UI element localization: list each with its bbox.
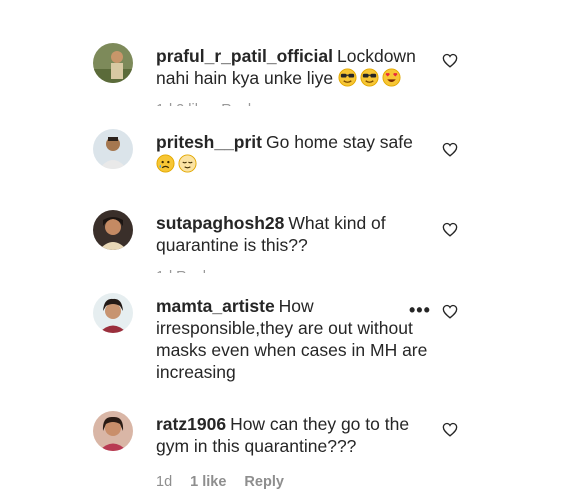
avatar[interactable] xyxy=(93,293,133,333)
username[interactable]: praful_r_patil_official xyxy=(156,46,333,66)
comment-text: ratz1906 How can they go to the gym in th… xyxy=(156,414,410,456)
sunglasses-emoji xyxy=(338,68,357,87)
username[interactable]: ratz1906 xyxy=(156,414,226,434)
avatar-image xyxy=(93,293,133,333)
avatar-image xyxy=(93,129,133,169)
like-heart-icon[interactable] xyxy=(442,422,460,440)
like-heart-icon[interactable] xyxy=(442,222,460,240)
comment-time: 1d xyxy=(156,474,173,490)
username[interactable]: pritesh__prit xyxy=(156,132,262,152)
comment-meta-partial: 1d Reply xyxy=(156,268,213,273)
comment-text: mamta_artiste How irresponsible,they are … xyxy=(156,296,428,382)
like-heart-icon[interactable] xyxy=(442,53,460,71)
sunglasses-emoji xyxy=(360,68,379,87)
comment-text: pritesh__prit Go home stay safe xyxy=(156,131,428,175)
relieved-emoji xyxy=(178,154,197,173)
reply-button[interactable]: Reply xyxy=(244,473,284,491)
sad-tear-emoji xyxy=(156,154,175,173)
avatar[interactable] xyxy=(93,210,133,250)
comment-text: praful_r_patil_official Lockdown nahi hai… xyxy=(156,46,416,88)
username[interactable]: sutapaghosh28 xyxy=(156,213,284,233)
like-count-button[interactable]: 1 like xyxy=(190,473,226,491)
avatar[interactable] xyxy=(93,43,133,83)
avatar[interactable] xyxy=(93,129,133,169)
avatar[interactable] xyxy=(93,411,133,451)
comment-text: sutapaghosh28 What kind of quarantine is … xyxy=(156,213,386,255)
avatar-image xyxy=(93,210,133,250)
avatar-image xyxy=(93,411,133,451)
more-options-icon[interactable]: ••• xyxy=(409,301,431,319)
comment-meta: 1d 1 like Reply xyxy=(156,473,284,491)
avatar-image xyxy=(93,43,133,83)
like-heart-icon[interactable] xyxy=(442,142,460,160)
heart-eyes-emoji xyxy=(382,68,401,87)
like-heart-icon[interactable] xyxy=(442,304,460,322)
username[interactable]: mamta_artiste xyxy=(156,296,275,316)
comment-meta-partial: 1d 2 likes Reply xyxy=(156,101,258,106)
